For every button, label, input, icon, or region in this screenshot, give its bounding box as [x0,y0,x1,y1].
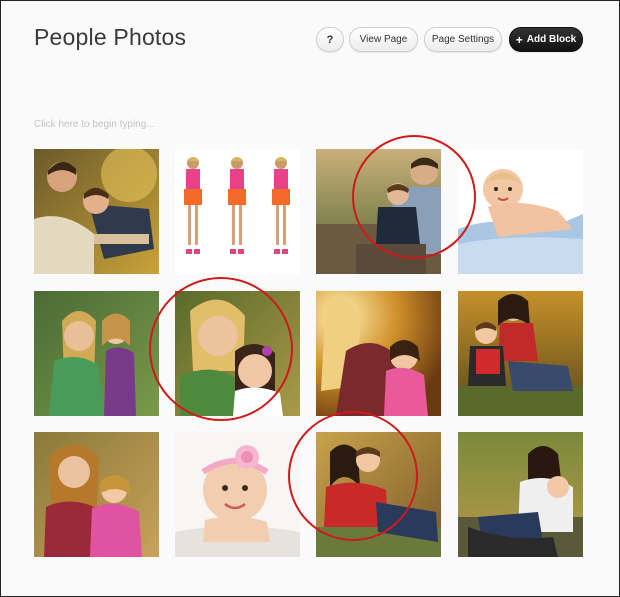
mother-hugging-son-photo[interactable] [316,432,441,557]
baby-with-headband-photo[interactable] [175,432,300,557]
mother-and-daughter-autumn-photo[interactable] [34,432,159,557]
add-block-label: Add Block [526,34,577,45]
help-button[interactable]: ? [316,27,344,52]
girl-in-pink-dress-triple-photo[interactable] [175,149,300,274]
father-and-son-photo[interactable] [34,149,159,274]
plus-icon: + [515,32,523,47]
page-title: People Photos [34,24,187,50]
mother-and-son-on-grass-photo[interactable] [458,291,583,416]
baby-on-blanket-photo[interactable] [458,149,583,274]
father-hugging-son-photo[interactable] [316,149,441,274]
photo-gallery [34,135,584,559]
woman-and-child-park-photo[interactable] [458,432,583,557]
mother-hugging-daughter-photo[interactable] [34,291,159,416]
text-block-placeholder[interactable]: Click here to begin typing... [34,119,155,130]
view-page-button[interactable]: View Page [349,27,418,52]
page-settings-button[interactable]: Page Settings [424,27,502,52]
mother-and-daughter-portrait-photo[interactable] [175,291,300,416]
add-block-button[interactable]: + Add Block [509,27,583,52]
blonde-mother-and-girl-photo[interactable] [316,291,441,416]
